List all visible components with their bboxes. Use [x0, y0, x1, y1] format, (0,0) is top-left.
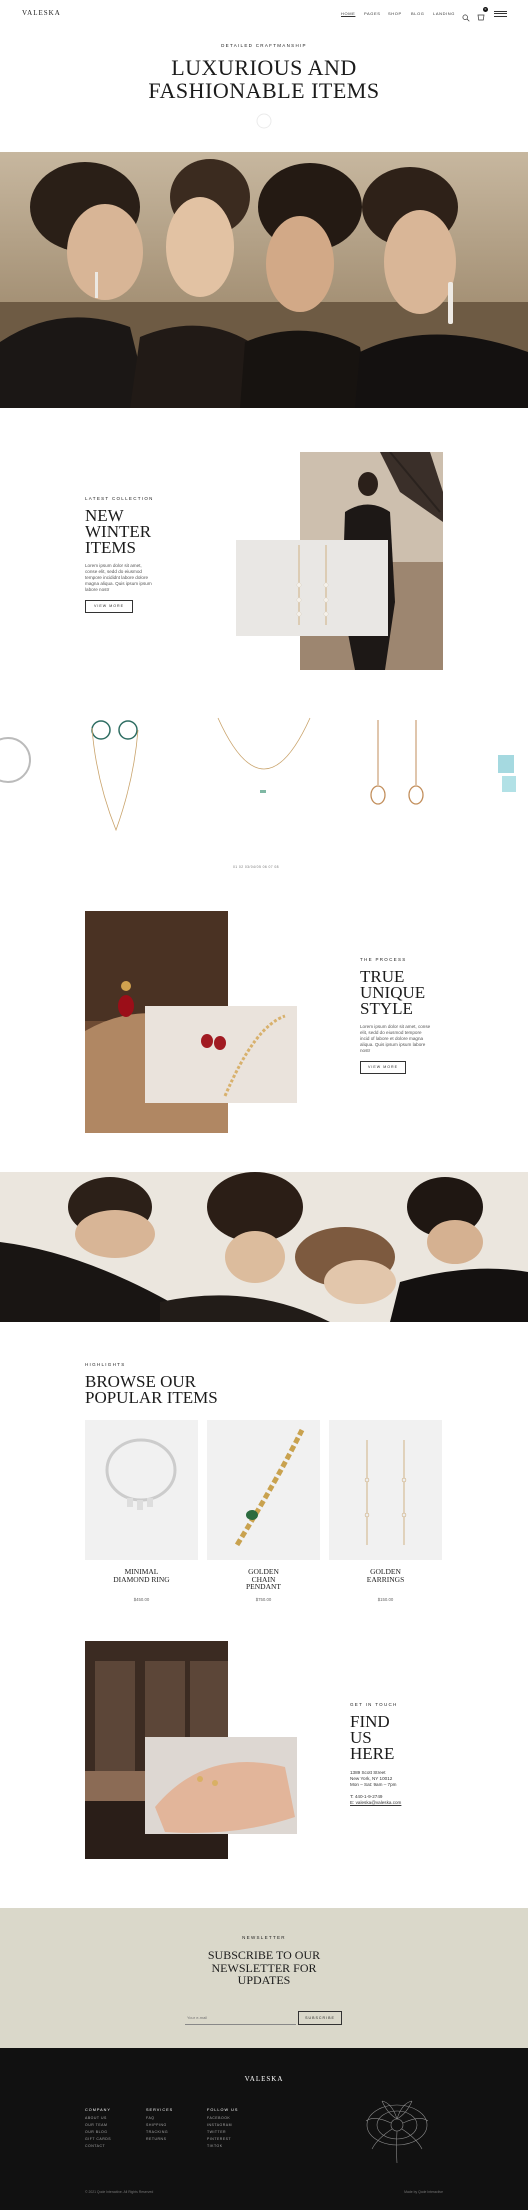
footer-follow-links: FACEBOOK INSTAGRAM TWITTER PINTEREST TIK…	[207, 2115, 232, 2150]
footer-link[interactable]: FAQ	[146, 2115, 168, 2122]
view-more-button[interactable]: VIEW MORE	[85, 600, 133, 613]
contact-hours: Mon – Sat: 9am – 7pm	[350, 1782, 397, 1787]
product-name-earrings[interactable]: GOLDEN EARRINGS	[329, 1568, 442, 1583]
hero-eyebrow: DETAILED CRAFTMANSHIP	[221, 43, 307, 48]
collection-earrings-photo	[236, 540, 388, 636]
carousel-item[interactable]	[0, 700, 52, 850]
collection-eyebrow: LATEST COLLECTION	[85, 496, 154, 501]
cart-count-badge: 0	[483, 7, 488, 12]
footer-link[interactable]: INSTAGRAM	[207, 2122, 232, 2129]
popular-eyebrow: HIGHLIGHTS	[85, 1362, 126, 1367]
footer-column-services-title: SERVICES	[146, 2108, 174, 2112]
logo[interactable]: VALESKA	[22, 9, 61, 17]
product-name-ring[interactable]: MINIMAL DIAMOND RING	[85, 1568, 198, 1583]
footer-link[interactable]: GIFT CARDS	[85, 2136, 111, 2143]
footer-link[interactable]: FACEBOOK	[207, 2115, 232, 2122]
site-footer: VALESKA COMPANY ABOUT US OUR TEAM OUR BL…	[0, 2048, 528, 2210]
nav-home[interactable]: HOME	[341, 11, 355, 16]
chrysanthemum-illustration-icon	[352, 2093, 442, 2168]
footer-link[interactable]: OUR BLOG	[85, 2129, 111, 2136]
process-eyebrow: THE PROCESS	[360, 957, 407, 962]
product-name-chain[interactable]: GOLDEN CHAIN PENDANT	[207, 1568, 320, 1591]
product-image-ring[interactable]	[85, 1420, 198, 1560]
footer-link[interactable]: TRACKING	[146, 2129, 168, 2136]
product-price-chain: $750.00	[255, 1597, 272, 1602]
product-price-ring: $450.00	[133, 1597, 150, 1602]
newsletter-email-input[interactable]	[185, 2011, 296, 2025]
carousel-item[interactable]	[208, 700, 320, 850]
contact-title: FIND US HERE	[350, 1712, 395, 1763]
footer-company-links: ABOUT US OUR TEAM OUR BLOG GIFT CARDS CO…	[85, 2115, 111, 2150]
footer-services-links: FAQ SHIPPING TRACKING RETURNS	[146, 2115, 168, 2143]
models-banner-photo	[0, 1172, 528, 1322]
cart-icon[interactable]: 0	[477, 7, 488, 21]
footer-column-company-title: COMPANY	[85, 2108, 111, 2112]
product-image-chain[interactable]	[207, 1420, 320, 1560]
footer-link[interactable]: TWITTER	[207, 2129, 232, 2136]
nav-landing[interactable]: LANDING	[433, 11, 455, 16]
subscribe-button[interactable]: SUBSCRIBE	[298, 2011, 342, 2025]
footer-copyright: © 2021 Qode Interactive. All Rights Rese…	[85, 2190, 154, 2194]
carousel-item[interactable]	[76, 700, 188, 850]
newsletter-section: NEWSLETTER SUBSCRIBE TO OUR NEWSLETTER F…	[0, 1908, 528, 2048]
footer-link[interactable]: ABOUT US	[85, 2115, 111, 2122]
footer-link[interactable]: OUR TEAM	[85, 2122, 111, 2129]
footer-link[interactable]: SHIPPING	[146, 2122, 168, 2129]
contact-eyebrow: GET IN TOUCH	[350, 1702, 398, 1707]
process-view-more-button[interactable]: VIEW MORE	[360, 1061, 406, 1074]
newsletter-eyebrow: NEWSLETTER	[242, 1935, 286, 1940]
carousel-item[interactable]	[488, 700, 528, 850]
contact-email[interactable]: E: valeska@valeska.com	[350, 1800, 401, 1806]
popular-title: BROWSE OUR POPULAR ITEMS	[85, 1372, 218, 1407]
collection-text: Lorem ipsum dolor sit amet, conse elit, …	[85, 563, 152, 592]
footer-link[interactable]: PINTEREST	[207, 2136, 232, 2143]
process-title: TRUE UNIQUE STYLE	[360, 967, 426, 1018]
site-header: VALESKA HOME PAGES SHOP BLOG LANDING 0	[0, 0, 528, 30]
nav-pages[interactable]: PAGES	[364, 11, 381, 16]
footer-column-follow-title: FOLLOW US	[207, 2108, 239, 2112]
collection-title: NEW WINTER ITEMS	[85, 506, 152, 557]
footer-logo[interactable]: VALESKA	[214, 2075, 314, 2083]
footer-link[interactable]: RETURNS	[146, 2136, 168, 2143]
newsletter-title: SUBSCRIBE TO OUR NEWSLETTER FOR UPDATES	[207, 1948, 321, 1987]
nav-blog[interactable]: BLOG	[411, 11, 425, 16]
hero-title: LUXURIOUS AND FASHIONABLE ITEMS	[148, 55, 380, 103]
search-icon[interactable]	[462, 9, 472, 22]
carousel-pager[interactable]: 01 02 03/04/05 06 07 08	[233, 865, 279, 869]
footer-link[interactable]: TIKTOK	[207, 2143, 232, 2150]
footer-link[interactable]: CONTACT	[85, 2143, 111, 2150]
menu-icon[interactable]	[494, 11, 507, 17]
process-text: Lorem ipsum dolor sit amet, conse elit, …	[360, 1024, 431, 1053]
carousel-item[interactable]	[350, 700, 462, 850]
hand-earrings-photo	[145, 1737, 297, 1834]
flower-watermark-icon	[252, 112, 276, 130]
product-price-earrings: $150.00	[377, 1597, 394, 1602]
footer-credit[interactable]: Made by Qode Interactive	[380, 2190, 443, 2194]
nav-shop[interactable]: SHOP	[388, 11, 402, 16]
process-jewelry-photo	[145, 1006, 297, 1103]
product-image-earrings[interactable]	[329, 1420, 442, 1560]
hero-photo	[0, 152, 528, 408]
